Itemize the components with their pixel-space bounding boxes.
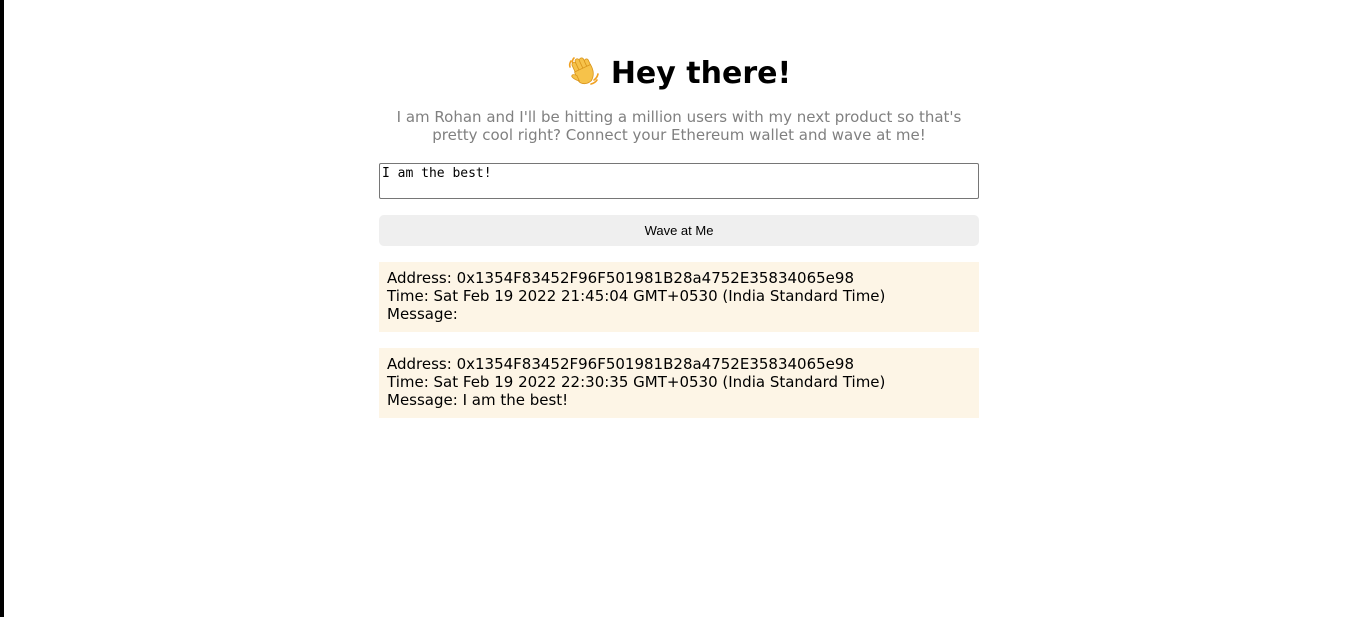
wave-address: Address: 0x1354F83452F96F501981B28a4752E… xyxy=(387,269,854,287)
wave-time: Time: Sat Feb 19 2022 21:45:04 GMT+0530 … xyxy=(387,287,886,305)
wave-address: Address: 0x1354F83452F96F501981B28a4752E… xyxy=(387,355,854,373)
wave-card: Address: 0x1354F83452F96F501981B28a4752E… xyxy=(379,262,979,332)
wave-address-value: 0x1354F83452F96F501981B28a4752E35834065e… xyxy=(456,269,854,287)
page-title-text: Hey there! xyxy=(610,56,792,91)
window-edge xyxy=(0,0,4,617)
wave-time-value: Sat Feb 19 2022 21:45:04 GMT+0530 (India… xyxy=(433,287,886,305)
intro-text: I am Rohan and I'll be hitting a million… xyxy=(396,108,962,144)
wave-address-value: 0x1354F83452F96F501981B28a4752E35834065e… xyxy=(456,355,854,373)
wave-message-value: I am the best! xyxy=(462,391,569,409)
wave-time: Time: Sat Feb 19 2022 22:30:35 GMT+0530 … xyxy=(387,373,886,391)
wave-time-value: Sat Feb 19 2022 22:30:35 GMT+0530 (India… xyxy=(433,373,886,391)
wave-card: Address: 0x1354F83452F96F501981B28a4752E… xyxy=(379,348,979,418)
wave-message: Message: xyxy=(387,305,458,323)
wave-message: Message: I am the best! xyxy=(387,391,569,409)
wave-button[interactable]: Wave at Me xyxy=(379,215,979,246)
waving-hand-icon xyxy=(568,57,599,85)
message-input[interactable]: I am the best! xyxy=(379,163,979,199)
page-title: Hey there! xyxy=(379,52,979,96)
